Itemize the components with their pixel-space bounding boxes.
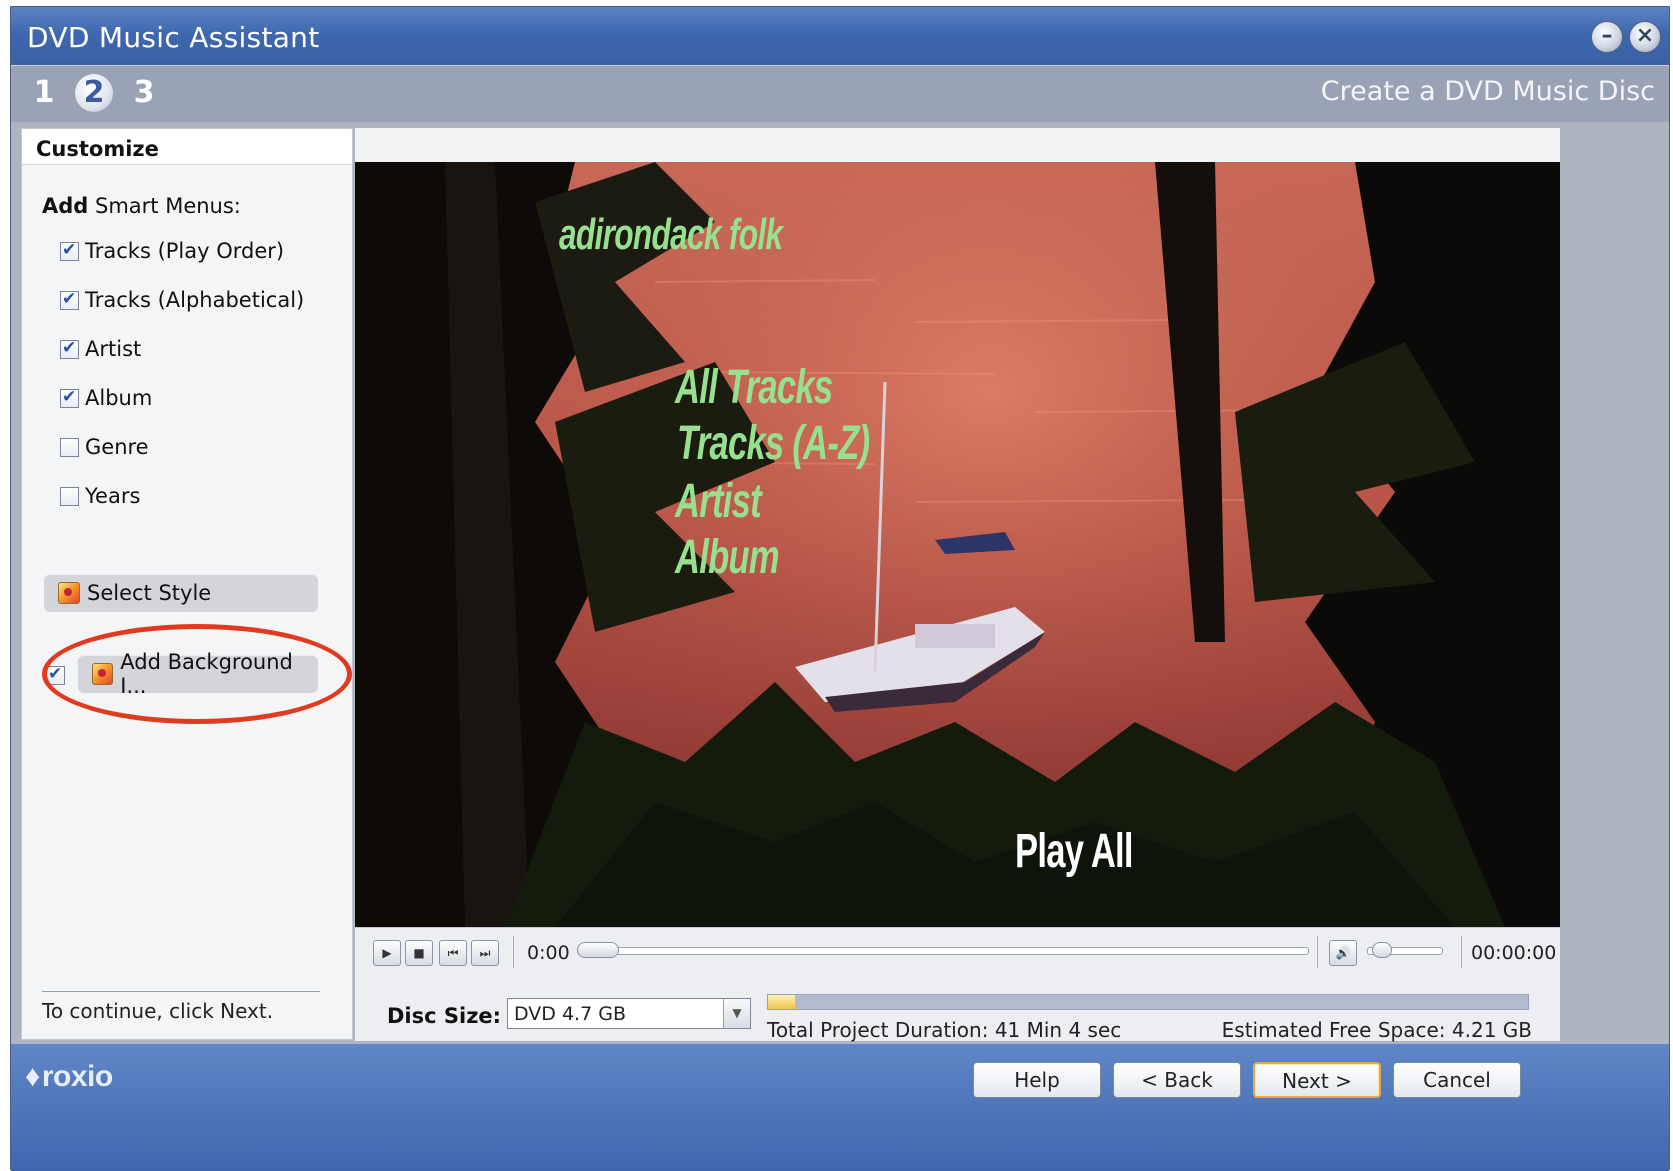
divider	[42, 991, 320, 992]
customize-panel: Customize Add Smart Menus: Tracks (Play …	[21, 128, 353, 1040]
dvd-menu-preview: adirondack folk All Tracks Tracks (A-Z) …	[355, 162, 1560, 927]
panel-header-title: Customize	[36, 137, 159, 161]
roxio-drop-icon: ♦	[25, 1060, 40, 1093]
help-button[interactable]: Help	[973, 1062, 1101, 1098]
step-2[interactable]: 2	[75, 74, 113, 112]
checkbox[interactable]	[60, 387, 79, 408]
menu-option-label: Tracks (Alphabetical)	[85, 288, 305, 312]
continue-hint: To continue, click Next.	[42, 999, 274, 1023]
next-button[interactable]: Next >	[1253, 1062, 1381, 1098]
smart-menus-label-bold: Add	[42, 194, 89, 218]
smart-menus-label-rest: Smart Menus:	[88, 194, 241, 218]
step-3[interactable]: 3	[125, 74, 163, 112]
menu-option-tracks-play-order[interactable]: Tracks (Play Order)	[60, 237, 284, 265]
checkbox[interactable]	[60, 289, 79, 310]
preview-header-strip	[355, 128, 1560, 162]
current-time: 0:00	[527, 942, 570, 964]
stop-icon[interactable]: ■	[405, 940, 433, 966]
wizard-step-bar: 1 2 3 Create a DVD Music Disc	[11, 65, 1669, 122]
menu-option-label: Artist	[85, 337, 142, 361]
play-icon[interactable]: ▶	[373, 940, 401, 966]
highlight-annotation-ring	[42, 624, 352, 724]
disc-size-dropdown[interactable]: DVD 4.7 GB ▼	[507, 998, 751, 1029]
player-controls: ▶ ■ ⏮ ⏭ 0:00 🔊 00:00:00 Disc Size: DVD 4…	[355, 927, 1560, 1042]
free-space-text: Estimated Free Space: 4.21 GB	[1221, 1018, 1532, 1042]
disc-title-text: adirondack folk	[559, 210, 783, 259]
play-all-text[interactable]: Play All	[1015, 824, 1134, 879]
menu-option-label: Album	[85, 386, 153, 410]
window-title: DVD Music Assistant	[27, 21, 320, 54]
minimize-button[interactable]: –	[1591, 21, 1623, 53]
close-button[interactable]: ×	[1629, 21, 1661, 53]
menu-option-genre[interactable]: Genre	[60, 433, 149, 461]
cancel-button[interactable]: Cancel	[1393, 1062, 1521, 1098]
menu-option-artist[interactable]: Artist	[60, 335, 141, 363]
smart-menus-label: Add Smart Menus:	[42, 194, 241, 218]
menu-item-artist[interactable]: Artist	[675, 474, 762, 529]
roxio-logo: ♦roxio	[25, 1060, 113, 1094]
volume-icon[interactable]: 🔊	[1329, 940, 1357, 966]
disc-size-label: Disc Size:	[387, 1004, 502, 1028]
position-slider-track[interactable]	[577, 947, 1309, 955]
style-icon	[58, 582, 80, 604]
disc-capacity-bar	[767, 994, 1529, 1010]
total-time: 00:00:00	[1471, 942, 1557, 964]
menu-option-label: Years	[85, 484, 141, 508]
checkbox[interactable]	[60, 486, 79, 506]
dvd-music-assistant-window: DVD Music Assistant – × 1 2 3 Create a D…	[10, 6, 1670, 1171]
title-bar: DVD Music Assistant – ×	[11, 7, 1669, 65]
menu-option-label: Genre	[85, 435, 149, 459]
back-button[interactable]: < Back	[1113, 1062, 1241, 1098]
checkbox[interactable]	[60, 338, 79, 359]
checkbox[interactable]	[60, 437, 79, 457]
menu-item-album[interactable]: Album	[675, 530, 780, 585]
project-duration-text: Total Project Duration: 41 Min 4 sec	[767, 1018, 1122, 1042]
brand-name: roxio	[41, 1060, 113, 1093]
step-1[interactable]: 1	[25, 74, 63, 112]
checkbox[interactable]	[60, 240, 79, 261]
menu-option-years[interactable]: Years	[60, 482, 140, 510]
separator	[513, 936, 514, 968]
volume-slider-thumb[interactable]	[1372, 942, 1393, 958]
panel-header: Customize	[22, 129, 352, 165]
skip-forward-icon[interactable]: ⏭	[471, 940, 499, 966]
position-slider-thumb[interactable]	[577, 942, 619, 958]
bottom-button-bar: ♦roxio Help < Back Next > Cancel	[11, 1044, 1669, 1171]
menu-item-tracks-a-z[interactable]: Tracks (A-Z)	[677, 416, 870, 471]
background-photo	[355, 162, 1560, 927]
chevron-down-icon[interactable]: ▼	[723, 999, 750, 1028]
disc-size-value: DVD 4.7 GB	[514, 1003, 626, 1025]
menu-option-label: Tracks (Play Order)	[85, 239, 285, 263]
menu-item-all-tracks[interactable]: All Tracks	[675, 360, 833, 415]
menu-option-tracks-alphabetical[interactable]: Tracks (Alphabetical)	[60, 286, 304, 314]
skip-back-icon[interactable]: ⏮	[439, 940, 467, 966]
separator	[1461, 936, 1462, 968]
select-style-button[interactable]: Select Style	[44, 574, 318, 612]
menu-option-album[interactable]: Album	[60, 384, 152, 412]
select-style-label: Select Style	[87, 581, 212, 605]
separator	[1317, 936, 1318, 968]
disc-capacity-fill	[768, 995, 795, 1009]
step-title: Create a DVD Music Disc	[1320, 76, 1655, 107]
